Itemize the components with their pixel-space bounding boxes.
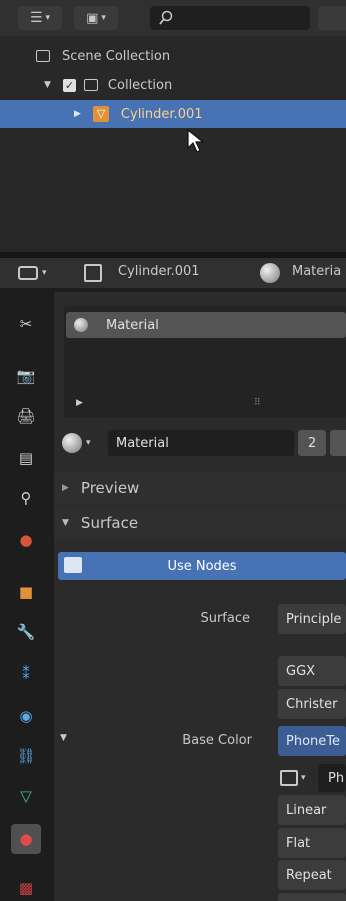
expanded-arrow-icon: ▼ [62,518,69,528]
texture-tab-icon[interactable]: ▩ [14,876,38,900]
surface-label: Surface [200,611,250,626]
expanded-arrow-icon[interactable]: ▼ [60,733,67,743]
material-name-field[interactable]: Material [108,430,294,456]
material-sphere-icon [260,263,280,283]
tool-tab-icon[interactable]: ✂ [14,312,38,336]
breadcrumb-material[interactable]: Materia [292,264,341,279]
use-nodes-label: Use Nodes [167,558,237,574]
fake-user-button[interactable] [330,430,346,456]
object-tab-icon[interactable]: ■ [14,580,38,604]
tree-item-label: Cylinder.001 [120,106,203,122]
base-color-value: PhoneTe [286,733,340,749]
collapsed-arrow-icon: ▶ [62,483,69,493]
extension-value: Repeat [286,867,332,883]
panel-header-surface[interactable]: ▼ Surface [54,507,346,539]
search-icon [159,10,173,25]
next-field-partial[interactable] [278,893,346,901]
material-sphere-icon [74,318,88,332]
base-color-texture-field[interactable]: PhoneTe [278,726,346,756]
chevron-down-icon: ▾ [42,268,47,278]
constraints-tab-icon[interactable]: ⛓ [14,744,38,768]
scene-collection-icon [36,50,50,62]
image-icon [280,770,298,786]
mesh-object-icon: ▽ [92,106,109,122]
outliner-header: ☰ ▾ ▣ ▾ [0,0,346,36]
expand-arrow-icon[interactable]: ▶ [74,109,81,119]
distribution-dropdown[interactable]: GGX [278,656,346,686]
object-icon [84,264,102,282]
image-name-value: Ph [328,770,345,786]
material-slot-label: Material [106,317,159,333]
display-mode-button[interactable]: ▣ ▾ [74,6,118,30]
user-count-value: 2 [308,435,317,451]
collection-icon [83,79,98,91]
editor-type-button[interactable]: ☰ ▾ [18,6,62,30]
checkbox-icon[interactable]: ✓ [62,78,76,92]
tree-item-cylinder[interactable]: ▶ ▽ Cylinder.001 [0,100,346,128]
projection-dropdown[interactable]: Flat [278,828,346,858]
material-sphere-icon [62,433,82,453]
interpolation-dropdown[interactable]: Linear [278,795,346,825]
panel-title: Preview [80,479,140,497]
subsurface-method-value: Christer [286,696,338,712]
world-tab-icon[interactable]: ● [14,528,38,552]
breadcrumb-object[interactable]: Cylinder.001 [118,264,200,279]
use-nodes-button[interactable]: Use Nodes [58,552,346,580]
subsurface-method-dropdown[interactable]: Christer [278,689,346,719]
user-count-button[interactable]: 2 [298,430,326,456]
properties-editor-icon [18,266,38,280]
data-tab-icon[interactable]: ▽ [14,784,38,808]
interpolation-value: Linear [286,802,327,818]
resize-grip-icon[interactable]: ⠿ [254,398,261,408]
base-color-label: Base Color [182,733,252,748]
tree-item-collection[interactable]: ▼ ✓ Collection [0,71,346,99]
browse-image-button[interactable]: ▾ [280,764,316,792]
render-tab-icon[interactable]: 📷 [14,364,38,388]
material-tab-icon[interactable]: ● [11,824,41,854]
chevron-down-icon: ▾ [101,13,106,23]
physics-tab-icon[interactable]: ◉ [14,704,38,728]
scene-tab-icon[interactable]: ⚲ [14,486,38,510]
expand-arrow-icon[interactable]: ▼ [44,80,51,90]
modifier-tab-icon[interactable]: 🔧 [14,620,38,644]
surface-shader-value: Principle [286,611,342,627]
view-layer-tab-icon[interactable]: ▤ [14,446,38,470]
output-tab-icon[interactable]: 🖨 [14,404,38,428]
properties-header: ▾ Cylinder.001 Materia [0,258,346,288]
material-slot-item[interactable]: Material [66,312,346,338]
filter-button[interactable] [318,6,346,30]
surface-shader-field[interactable]: Principle [278,604,346,634]
node-tree-icon [64,557,82,573]
projection-value: Flat [286,835,311,851]
extension-dropdown[interactable]: Repeat [278,860,346,890]
panel-header-preview[interactable]: ▶ Preview [54,472,346,504]
display-mode-icon: ▣ [86,10,99,26]
chevron-down-icon: ▾ [45,13,51,23]
image-name-field[interactable]: Ph [318,764,346,792]
material-name-value: Material [116,435,169,451]
particles-tab-icon[interactable]: ⁑ [14,662,38,686]
tree-item-label: Collection [107,77,173,93]
chevron-down-icon: ▾ [301,773,306,783]
browse-material-button[interactable]: ▾ [62,430,104,456]
search-input[interactable] [150,6,310,30]
tree-item-label: Scene Collection [62,48,171,64]
list-expand-icon[interactable]: ▶ [76,398,83,408]
editor-type-button[interactable]: ▾ [18,263,60,283]
mouse-cursor-icon [187,128,205,153]
tree-item-scene-collection[interactable]: Scene Collection [0,42,346,70]
outliner-editor-icon: ☰ [29,10,43,26]
distribution-value: GGX [286,663,316,679]
chevron-down-icon: ▾ [86,438,91,448]
panel-title: Surface [80,514,139,532]
